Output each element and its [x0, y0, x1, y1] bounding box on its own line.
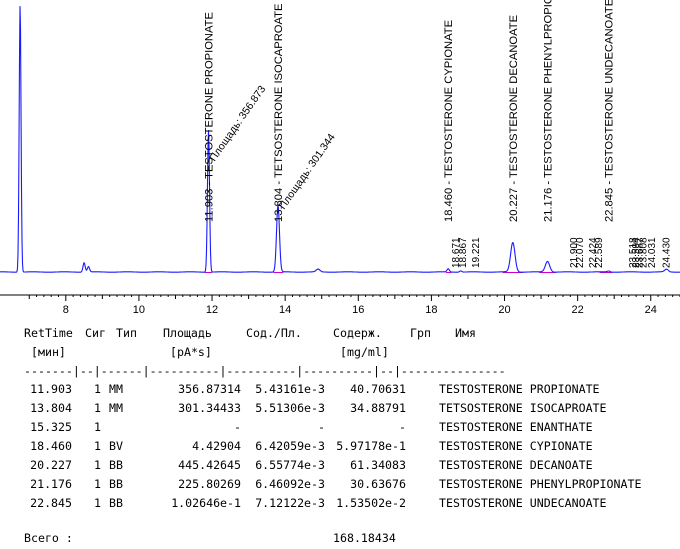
peak-label: 18.460 - TESTOSTERONE CYPIONATE: [443, 20, 455, 222]
x-tick-label: 18: [425, 304, 437, 316]
peak-labels: 11.903 - TESTOSTERONE PROPIONATE 13.804 -…: [203, 0, 672, 268]
peak-area-label: Площадь: 301.344: [277, 131, 338, 211]
retention-time-label: 22.589: [594, 237, 605, 268]
x-tick-label: 22: [572, 304, 584, 316]
retention-time-label: 22.070: [575, 237, 586, 268]
retention-time-label: 24.031: [647, 237, 658, 268]
peak-label: 11.903 - TESTOSTERONE PROPIONATE: [203, 12, 215, 222]
peak-label: 22.845 - TESTOSTERONE UNDECANOATE: [604, 0, 616, 222]
x-tick-label: 12: [206, 304, 218, 316]
peak-area-label: Площадь: 356.873: [207, 83, 268, 163]
chromatogram-trace: [0, 6, 680, 273]
peak-label: 13.804 - TETSOSTERONE ISOCAPROATE: [273, 4, 285, 222]
x-tick-label: 24: [645, 304, 657, 316]
retention-time-label: 18.867: [458, 237, 469, 268]
peak-label: 21.176 - TESTOSTERONE PHENYLPROPIONATE: [543, 0, 555, 222]
retention-time-label: 19.221: [471, 237, 482, 268]
x-tick-label: 10: [133, 304, 145, 316]
x-tick-label: 14: [279, 304, 291, 316]
x-axis: 8 10 12 14 16 18 20 22 24: [0, 294, 680, 316]
chromatogram-line: [0, 6, 680, 273]
x-tick-label: 20: [498, 304, 510, 316]
x-tick-label: 8: [63, 304, 69, 316]
peak-label: 20.227 - TESTOSTERONE DECANOATE: [508, 15, 520, 222]
chromatogram: 8 10 12 14 16 18 20 22 24 11.903 - TESTOSTERONE …: [0, 0, 680, 316]
retention-time-label: 24.430: [661, 237, 672, 268]
x-tick-label: 16: [352, 304, 364, 316]
